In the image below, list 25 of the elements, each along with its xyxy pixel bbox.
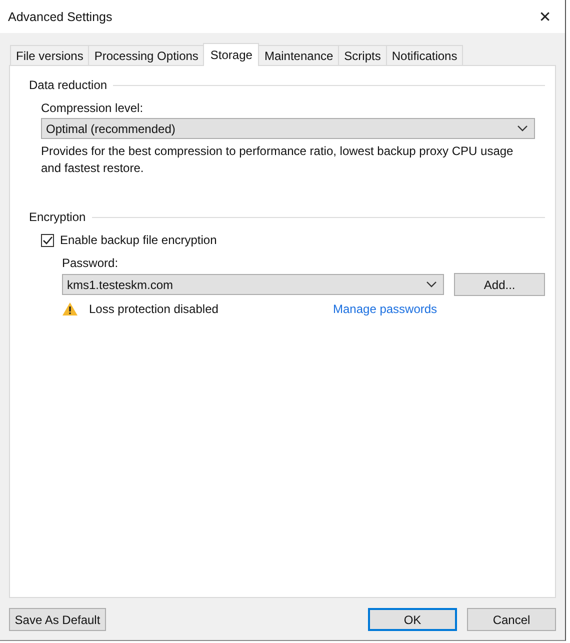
chevron-icon bbox=[426, 281, 438, 288]
add-button[interactable]: Add... bbox=[454, 273, 545, 296]
checkbox-label: Enable backup file encryption bbox=[60, 233, 217, 247]
manage-passwords-link[interactable]: Manage passwords bbox=[333, 302, 438, 316]
tab[interactable]: Scripts bbox=[338, 45, 387, 65]
chevron-icon bbox=[517, 125, 528, 132]
group-title: Data reduction bbox=[29, 78, 108, 92]
checkbox[interactable] bbox=[41, 234, 54, 246]
description-text: Provides for the best compression to performance ratio, lowest backup proxy CPU usage and fastest restore. bbox=[41, 143, 514, 177]
field-label: Compression level: bbox=[41, 101, 144, 115]
save-as-default-button[interactable]: Save As Default bbox=[9, 608, 106, 631]
tab[interactable]: Storage bbox=[203, 43, 260, 66]
tab[interactable]: Processing Options bbox=[88, 45, 204, 65]
window-title: Advanced Settings bbox=[8, 10, 114, 24]
ok-button[interactable]: OK bbox=[368, 608, 457, 631]
tab[interactable]: File versions bbox=[10, 45, 90, 65]
warning-icon bbox=[62, 302, 78, 316]
password-dropdown[interactable]: kms1.testeskm.com bbox=[62, 274, 444, 295]
warning-text: Loss protection disabled bbox=[89, 302, 220, 316]
close-button[interactable]: ✕ bbox=[525, 0, 565, 33]
cancel-button[interactable]: Cancel bbox=[467, 608, 556, 631]
group-title: Encryption bbox=[29, 210, 86, 224]
field-label: Password: bbox=[62, 256, 120, 270]
tab[interactable]: Notifications bbox=[386, 45, 464, 65]
compression-dropdown[interactable]: Optimal (recommended) bbox=[41, 118, 535, 139]
